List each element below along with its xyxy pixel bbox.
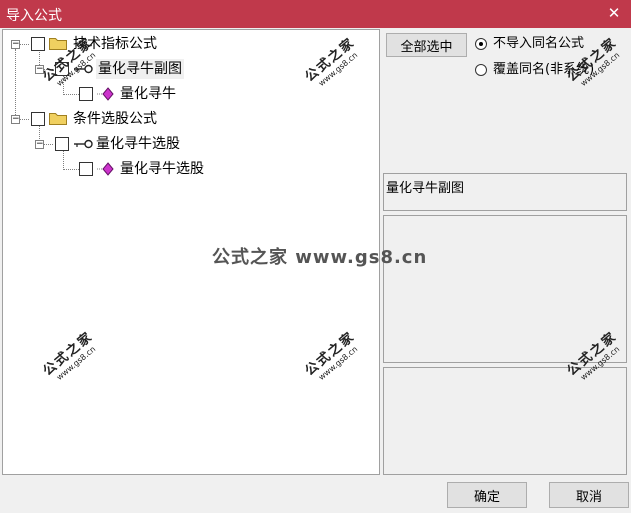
gem-icon: [97, 162, 114, 176]
tree-node-technical-indicators[interactable]: − 技术指标公式: [3, 34, 373, 54]
checkbox[interactable]: [79, 87, 93, 101]
folder-icon: [49, 113, 67, 125]
tree-node-quant-selection-leaf[interactable]: 量化寻牛选股: [3, 159, 373, 179]
folder-icon: [49, 38, 67, 50]
radio-button[interactable]: [475, 38, 487, 50]
checkbox[interactable]: [31, 37, 45, 51]
ok-button[interactable]: 确定: [447, 482, 527, 508]
checkbox[interactable]: [55, 137, 69, 151]
radio-button[interactable]: [475, 64, 487, 76]
tree-node-label: 量化寻牛选股: [120, 161, 204, 177]
tree-node-quant[interactable]: 量化寻牛: [3, 84, 373, 104]
tree-node-label: 条件选股公式: [73, 111, 157, 127]
select-all-button[interactable]: 全部选中: [386, 33, 467, 57]
radio-overwrite-duplicates[interactable]: 覆盖同名(非系统): [475, 61, 625, 79]
gem-icon: [97, 87, 114, 101]
collapse-icon[interactable]: −: [11, 40, 20, 49]
formula-name: 量化寻牛副图: [386, 181, 465, 196]
formula-tree[interactable]: − 技术指标公式 − 量化寻牛副图 量化寻牛 − 条件选股公式 − 量化寻牛选股…: [2, 29, 380, 475]
close-icon[interactable]: ✕: [605, 3, 623, 23]
cancel-button[interactable]: 取消: [549, 482, 629, 508]
key-icon: [74, 64, 93, 74]
key-icon: [74, 139, 93, 149]
formula-description-box: [383, 215, 627, 363]
collapse-icon[interactable]: −: [11, 115, 20, 124]
radio-label: 覆盖同名(非系统): [493, 62, 595, 77]
window-title: 导入公式: [6, 8, 62, 24]
tree-node-label: 量化寻牛: [120, 86, 176, 102]
formula-params-box: [383, 367, 627, 475]
checkbox[interactable]: [79, 162, 93, 176]
tree-node-label: 量化寻牛选股: [96, 136, 180, 152]
radio-skip-duplicates[interactable]: 不导入同名公式: [475, 35, 625, 53]
tree-node-label: 量化寻牛副图: [96, 59, 184, 79]
tree-node-stock-selection[interactable]: − 条件选股公式: [3, 109, 373, 129]
tree-node-quant-selection[interactable]: − 量化寻牛选股: [3, 134, 373, 154]
checkbox[interactable]: [55, 62, 69, 76]
tree-node-quant-subchart[interactable]: − 量化寻牛副图: [3, 59, 373, 79]
collapse-icon[interactable]: −: [35, 65, 44, 74]
collapse-icon[interactable]: −: [35, 140, 44, 149]
title-bar: 导入公式 ✕: [0, 0, 631, 28]
formula-name-box: 量化寻牛副图: [383, 173, 627, 211]
radio-label: 不导入同名公式: [493, 36, 585, 51]
tree-node-label: 技术指标公式: [73, 36, 157, 52]
checkbox[interactable]: [31, 112, 45, 126]
